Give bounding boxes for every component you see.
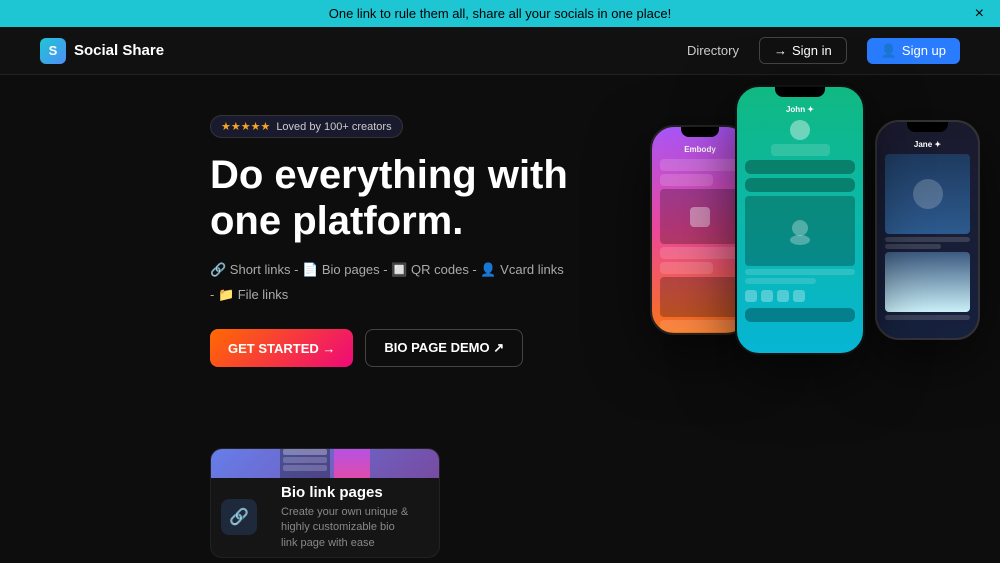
card-preview bbox=[211, 449, 439, 478]
phone-avatar bbox=[790, 120, 810, 140]
card-info: 🔗 Bio link pages Create your own unique … bbox=[211, 478, 439, 557]
phones-illustration: Embody John ✦ bbox=[650, 85, 980, 405]
phone-right-block-1 bbox=[885, 237, 970, 242]
logo[interactable]: S Social Share bbox=[40, 38, 164, 64]
bio-link-title: Bio link pages bbox=[281, 484, 413, 501]
signup-button[interactable]: 👤 Sign up bbox=[867, 38, 960, 64]
phone-center-block-3 bbox=[745, 278, 816, 284]
signin-icon: → bbox=[774, 43, 787, 58]
phone-notch-left bbox=[681, 127, 719, 137]
banner-close-button[interactable]: × bbox=[975, 6, 984, 22]
bio-demo-button[interactable]: BIO PAGE DEMO ↗ bbox=[365, 329, 523, 367]
phone-right-img-2 bbox=[885, 252, 970, 312]
phone-right-block-2 bbox=[885, 244, 941, 249]
nav-actions: Directory → Sign in 👤 Sign up bbox=[687, 37, 960, 64]
logo-icon: S bbox=[40, 38, 66, 64]
phone-block-1 bbox=[660, 159, 740, 171]
hero-section: ★★★★★ Loved by 100+ creators Do everythi… bbox=[0, 75, 1000, 428]
phone-screen-left: Embody bbox=[652, 137, 748, 335]
stars: ★★★★★ bbox=[221, 120, 270, 133]
phone-center: John ✦ bbox=[735, 85, 865, 355]
phone-img-block-2 bbox=[660, 277, 740, 317]
phone-btn-1 bbox=[745, 160, 855, 174]
phone-social-icons bbox=[741, 287, 859, 305]
phone-center-img bbox=[745, 196, 855, 266]
hero-buttons: GET STARTED → BIO PAGE DEMO ↗ bbox=[210, 329, 570, 367]
phone-btn-2 bbox=[745, 178, 855, 192]
hero-title: Do everything with one platform. bbox=[210, 152, 570, 244]
hero-content: ★★★★★ Loved by 100+ creators Do everythi… bbox=[210, 105, 570, 367]
loved-badge: ★★★★★ Loved by 100+ creators bbox=[210, 115, 403, 138]
logo-name: Social Share bbox=[74, 42, 164, 59]
bottom-section: 🔗 Bio link pages Create your own unique … bbox=[0, 428, 1000, 558]
banner-text: One link to rule them all, share all you… bbox=[329, 6, 672, 21]
phone-block-2 bbox=[660, 174, 713, 186]
phone-block-5 bbox=[660, 320, 740, 332]
phone-center-name: John ✦ bbox=[741, 101, 859, 116]
phone-right-name: Jane ✦ bbox=[881, 136, 974, 151]
phone-btn-3 bbox=[745, 308, 855, 322]
card-preview-inner bbox=[276, 449, 374, 478]
card-icon: 🔗 bbox=[221, 499, 257, 535]
phone-notch-center bbox=[775, 87, 825, 97]
phone-block-3 bbox=[660, 247, 740, 259]
top-banner: One link to rule them all, share all you… bbox=[0, 0, 1000, 27]
phone-screen-right: Jane ✦ bbox=[877, 132, 978, 326]
bio-link-icon: 🔗 bbox=[229, 507, 249, 527]
navbar: S Social Share Directory → Sign in 👤 Sig… bbox=[0, 27, 1000, 75]
signup-icon: 👤 bbox=[881, 43, 897, 59]
phone-center-block-1 bbox=[771, 144, 830, 156]
phone-right-img-1 bbox=[885, 154, 970, 234]
phone-center-block-2 bbox=[745, 269, 855, 275]
phone-right: Jane ✦ bbox=[875, 120, 980, 340]
phone-notch-right bbox=[907, 122, 947, 132]
hero-features: 🔗 Short links - 📄 Bio pages - 🔲 QR codes… bbox=[210, 258, 570, 307]
phone-left-name: Embody bbox=[656, 141, 744, 156]
bio-link-desc: Create your own unique & highly customiz… bbox=[281, 505, 413, 551]
badge-text: Loved by 100+ creators bbox=[276, 121, 391, 133]
nav-directory-link[interactable]: Directory bbox=[687, 43, 739, 58]
bio-link-info: Bio link pages Create your own unique & … bbox=[265, 484, 429, 551]
get-started-button[interactable]: GET STARTED → bbox=[210, 329, 353, 367]
phone-block-4 bbox=[660, 262, 713, 274]
phone-right-block-3 bbox=[885, 315, 970, 320]
signin-button[interactable]: → Sign in bbox=[759, 37, 847, 64]
phone-screen-center: John ✦ bbox=[737, 97, 863, 329]
phone-img-block-1 bbox=[660, 189, 740, 244]
bio-link-card: 🔗 Bio link pages Create your own unique … bbox=[210, 448, 440, 558]
